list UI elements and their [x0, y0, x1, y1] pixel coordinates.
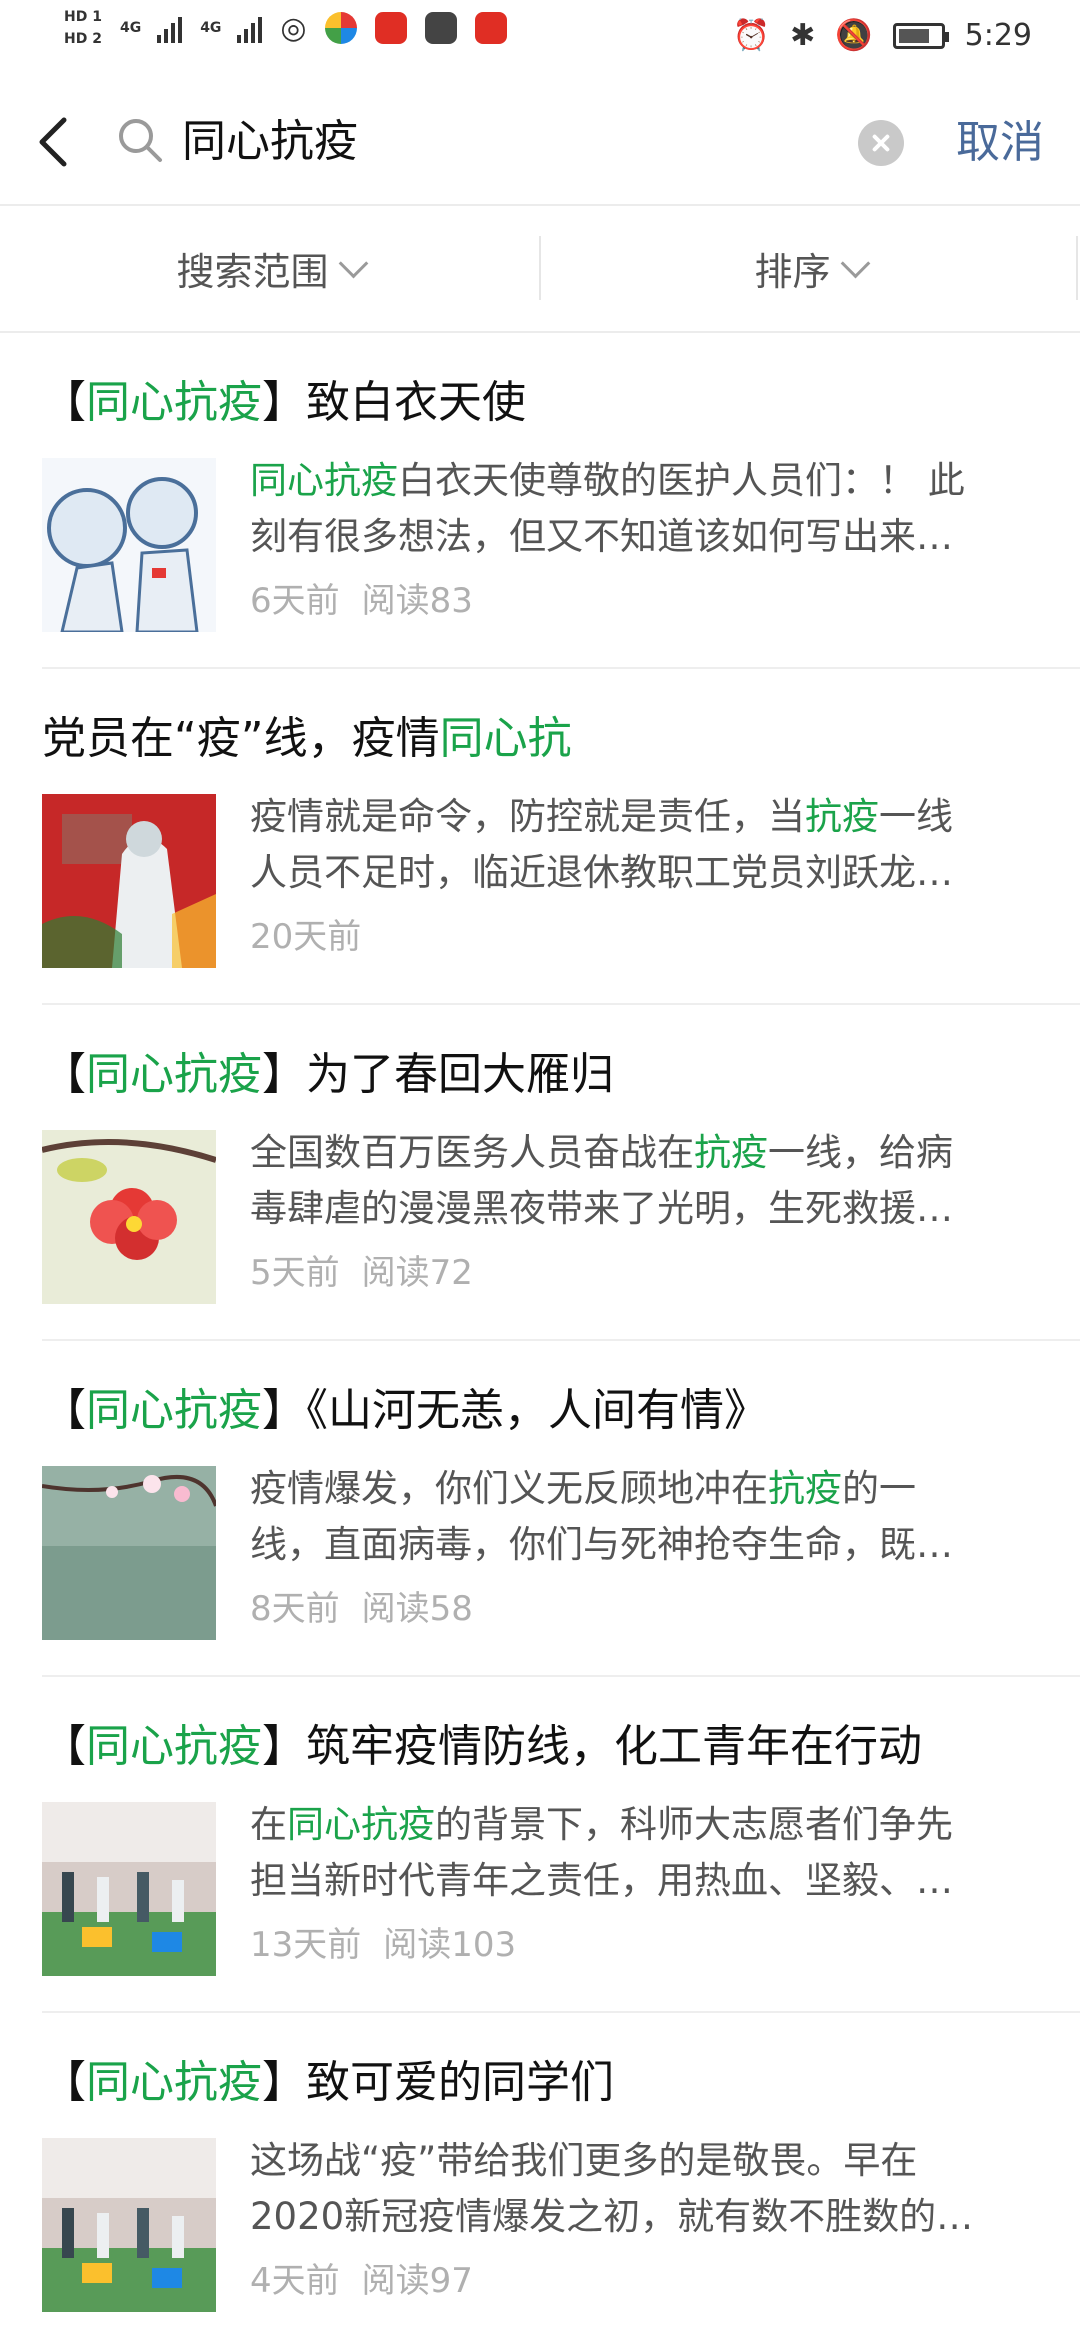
- hotspot-icon: ◎: [280, 10, 307, 46]
- result-list: 【同心抗疫】致白衣天使 同心抗疫白衣天使尊敬的医护人员们：！ 此 刻有很多想法，…: [0, 333, 1080, 2349]
- filter-scope-label: 搜索范围: [176, 250, 329, 294]
- result-item[interactable]: 【同心抗疫】《山河无恙，人间有情》 疫情爆发，你们义无反顾地冲在抗疫的一 线，直…: [0, 1341, 1080, 1677]
- thumbnail-medic-cartoon: [42, 458, 216, 632]
- chevron-down-icon: [338, 248, 368, 279]
- status-bar: HD 1 HD 2 4G 4G ◎ ⏰ ✱ 🔕 5:29: [0, 0, 1080, 72]
- result-title: 【同心抗疫】《山河无恙，人间有情》: [42, 1385, 768, 1436]
- filter-bar: 搜索范围 排序: [0, 206, 1080, 331]
- bluetooth-icon: ✱: [790, 18, 816, 53]
- battery-icon: [892, 22, 949, 49]
- status-right: ⏰ ✱ 🔕 5:29: [733, 18, 1032, 53]
- result-title: 【同心抗疫】致可爱的同学们: [42, 2057, 614, 2108]
- hd2-label: HD 2: [64, 31, 102, 47]
- signal-bars-1-icon: [157, 13, 183, 43]
- result-item[interactable]: 【同心抗疫】筑牢疫情防线，化工青年在行动 在同心抗疫的背景下，科师大志愿者们争先…: [0, 1677, 1080, 2013]
- result-item[interactable]: 【同心抗疫】致白衣天使 同心抗疫白衣天使尊敬的医护人员们：！ 此 刻有很多想法，…: [0, 333, 1080, 669]
- result-meta: 13天前 阅读103: [250, 1925, 517, 1965]
- result-item[interactable]: 【同心抗疫】致可爱的同学们 这场战“疫”带给我们更多的是敬畏。早在 2020新冠…: [0, 2013, 1080, 2349]
- app-notification-icon: [324, 12, 357, 44]
- result-item[interactable]: 党员在“疫”线，疫情同心抗 疫情就是命令，防控就是责任，当抗疫一线 人员不足时，…: [0, 669, 1080, 1005]
- result-summary: 同心抗疫白衣天使尊敬的医护人员们：！ 此 刻有很多想法，但又不知道该如何写出来…: [250, 459, 965, 558]
- result-title: 【同心抗疫】为了春回大雁归: [42, 1049, 614, 1100]
- result-title: 【同心抗疫】筑牢疫情防线，化工青年在行动: [42, 1721, 922, 1772]
- result-title: 【同心抗疫】致白衣天使: [42, 377, 526, 428]
- network-type-2: 4G: [200, 20, 222, 36]
- clear-search-icon[interactable]: [858, 120, 904, 166]
- search-bar: 同心抗疫 取消: [0, 90, 1080, 195]
- result-summary: 这场战“疫”带给我们更多的是敬畏。早在 2020新冠疫情爆发之初，就有数不胜数的…: [250, 2139, 974, 2238]
- network-type-1: 4G: [119, 20, 142, 36]
- signal-bars-2-icon: [237, 13, 263, 43]
- thumbnail-blossom-branch: [42, 1466, 216, 1640]
- divider: [1076, 236, 1078, 300]
- result-summary: 全国数百万医务人员奋战在抗疫一线，给病 毒肆虐的漫漫黑夜带来了光明，生死救援…: [250, 1131, 953, 1230]
- mute-icon: 🔕: [835, 18, 873, 53]
- chevron-down-icon: [840, 248, 870, 279]
- hd-indicators: HD 1 HD 2: [64, 8, 102, 48]
- search-input[interactable]: 同心抗疫: [182, 108, 358, 176]
- result-meta: 4天前 阅读97: [250, 2261, 473, 2301]
- result-meta: 8天前 阅读58: [250, 1589, 473, 1629]
- result-summary: 在同心抗疫的背景下，科师大志愿者们争先 担当新时代青年之责任，用热血、坚毅、…: [250, 1803, 953, 1902]
- result-meta: 6天前 阅读83: [250, 581, 473, 621]
- result-summary: 疫情就是命令，防控就是责任，当抗疫一线 人员不足时，临近退休教职工党员刘跃龙…: [250, 795, 953, 894]
- hd1-label: HD 1: [64, 9, 102, 25]
- thumbnail-red-flower: [42, 1130, 216, 1304]
- result-summary: 疫情爆发，你们义无反顾地冲在抗疫的一 线，直面病毒，你们与死神抢夺生命，既…: [250, 1467, 953, 1566]
- filter-scope[interactable]: 搜索范围: [0, 206, 540, 331]
- filter-sort[interactable]: 排序: [540, 206, 1080, 331]
- status-left: HD 1 HD 2 4G 4G ◎: [64, 8, 507, 48]
- result-title: 党员在“疫”线，疫情同心抗: [42, 713, 572, 764]
- result-meta: 5天前 阅读72: [250, 1253, 473, 1293]
- cancel-button[interactable]: 取消: [956, 110, 1044, 176]
- result-item[interactable]: 【同心抗疫】为了春回大雁归 全国数百万医务人员奋战在抗疫一线，给病 毒肆虐的漫漫…: [0, 1005, 1080, 1341]
- alarm-icon: ⏰: [732, 18, 771, 53]
- clock: 5:29: [964, 18, 1032, 53]
- thumbnail-gym-volunteers: [42, 1802, 216, 1976]
- thumbnail-red-poster: [42, 794, 216, 968]
- pinduoduo-icon: [374, 12, 407, 44]
- wps-icon: [424, 12, 457, 44]
- thumbnail-gym-volunteers: [42, 2138, 216, 2312]
- filter-sort-label: 排序: [754, 250, 831, 294]
- search-icon: [119, 119, 162, 162]
- back-arrow-icon[interactable]: [30, 112, 80, 172]
- result-meta: 20天前: [250, 917, 362, 957]
- pinduoduo-icon-2: [474, 12, 507, 44]
